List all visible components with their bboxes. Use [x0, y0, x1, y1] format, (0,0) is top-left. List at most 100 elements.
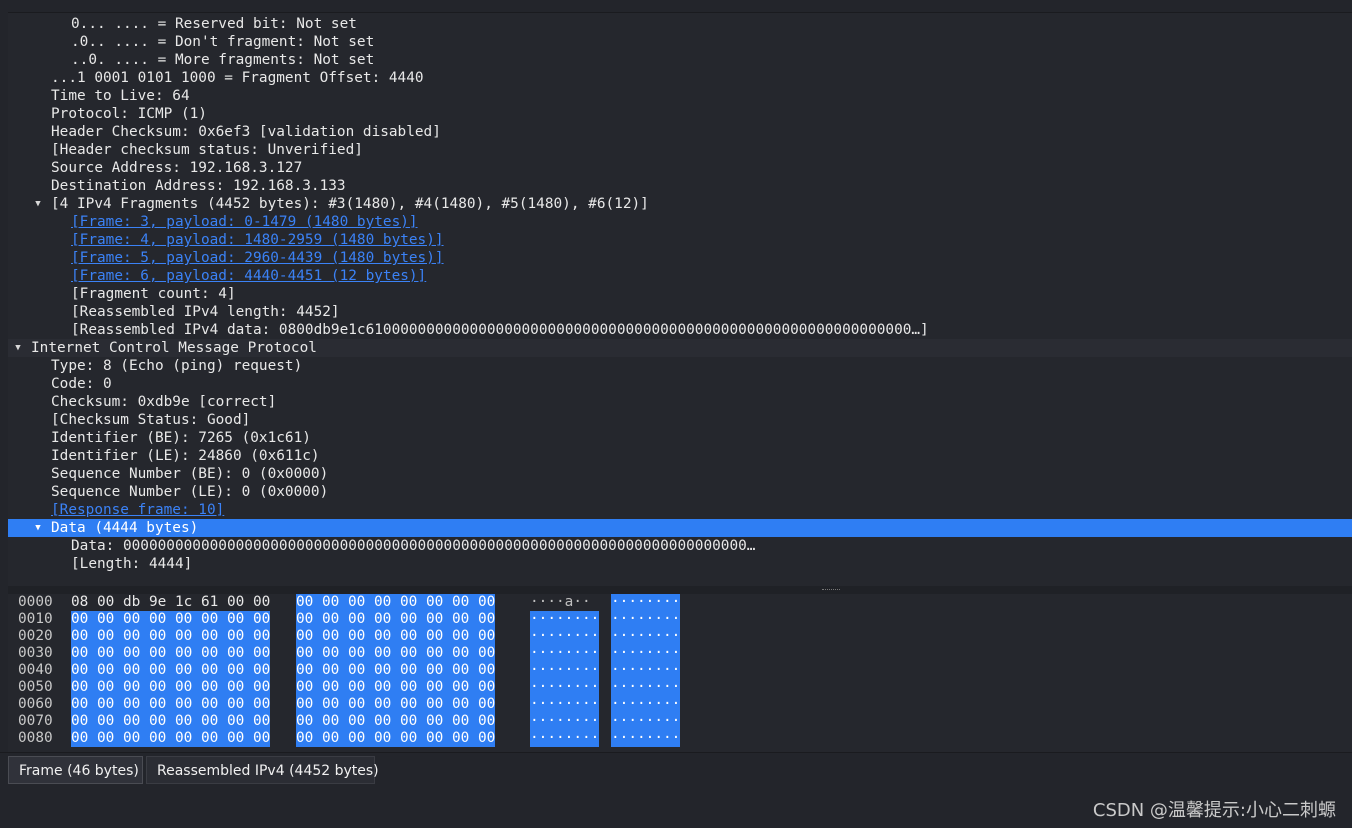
tree-line-text: Type: 8 (Echo (ping) request) [51, 358, 303, 374]
tree-line-reassembled-length[interactable]: [Reassembled IPv4 length: 4452] [8, 303, 1352, 321]
hex-bytes-group-a[interactable]: 00 00 00 00 00 00 00 00 [71, 679, 271, 696]
hex-bytes-group-b[interactable]: 00 00 00 00 00 00 00 00 [296, 594, 496, 611]
ascii-group-a[interactable]: ········ [530, 696, 600, 713]
hex-bytes-group-a[interactable]: 00 00 00 00 00 00 00 00 [71, 713, 271, 730]
tree-line-icmp-code[interactable]: Code: 0 [8, 375, 1352, 393]
tree-line-dont-fragment[interactable]: .0.. .... = Don't fragment: Not set [8, 33, 1352, 51]
tree-line-text: 0... .... = Reserved bit: Not set [71, 16, 357, 32]
hex-row[interactable]: 0050 00 00 00 00 00 00 00 00 00 00 00 00 0… [8, 679, 1352, 696]
hex-row[interactable]: 0060 00 00 00 00 00 00 00 00 00 00 00 00 0… [8, 696, 1352, 713]
tree-line-ttl[interactable]: Time to Live: 64 [8, 87, 1352, 105]
hex-bytes-group-b[interactable]: 00 00 00 00 00 00 00 00 [296, 611, 496, 628]
hex-bytes-group-b[interactable]: 00 00 00 00 00 00 00 00 [296, 713, 496, 730]
hex-bytes-group-a[interactable]: 08 00 db 9e 1c 61 00 00 [71, 594, 270, 611]
hex-bytes-group-b[interactable]: 00 00 00 00 00 00 00 00 [296, 730, 496, 747]
hex-bytes-group-b[interactable]: 00 00 00 00 00 00 00 00 [296, 696, 496, 713]
ascii-group-a[interactable]: ········ [530, 628, 600, 645]
ascii-group-b[interactable]: ········ [611, 730, 681, 747]
ascii-group-a[interactable]: ········ [530, 730, 600, 747]
tree-line-frame-5-link[interactable]: [Frame: 5, payload: 2960-4439 (1480 byte… [8, 249, 1352, 267]
ascii-group-a[interactable]: ····a·· [530, 594, 591, 611]
ascii-group-b[interactable]: ········ [611, 713, 681, 730]
frame-link[interactable]: [Frame: 6, payload: 4440-4451 (12 bytes)… [71, 267, 426, 285]
hex-row[interactable]: 0070 00 00 00 00 00 00 00 00 00 00 00 00 0… [8, 713, 1352, 730]
packet-details-tree[interactable]: 0... .... = Reserved bit: Not set .0.. .… [8, 12, 1352, 587]
hex-row[interactable]: 0020 00 00 00 00 00 00 00 00 00 00 00 00 0… [8, 628, 1352, 645]
tree-line-icmp-checksum[interactable]: Checksum: 0xdb9e [correct] [8, 393, 1352, 411]
pane-splitter[interactable] [8, 586, 1352, 594]
expand-arrow-icon[interactable]: ▼ [11, 339, 25, 357]
tab-frame-bytes[interactable]: Frame (46 bytes) [8, 756, 143, 784]
ascii-group-b[interactable]: ········ [611, 662, 681, 679]
tree-line-icmp-type[interactable]: Type: 8 (Echo (ping) request) [8, 357, 1352, 375]
tree-line-data-length[interactable]: [Length: 4444] [8, 555, 1352, 573]
hex-offset: 0070 [18, 713, 53, 729]
tree-line-data-value[interactable]: Data: 0000000000000000000000000000000000… [8, 537, 1352, 555]
hex-bytes-group-b[interactable]: 00 00 00 00 00 00 00 00 [296, 662, 496, 679]
tree-line-more-fragments[interactable]: ..0. .... = More fragments: Not set [8, 51, 1352, 69]
ascii-group-b[interactable]: ········ [611, 645, 681, 662]
tree-line-identifier-be[interactable]: Identifier (BE): 7265 (0x1c61) [8, 429, 1352, 447]
hex-bytes-group-a[interactable]: 00 00 00 00 00 00 00 00 [71, 662, 271, 679]
tree-line-text: Data (4444 bytes) [51, 520, 199, 536]
tab-reassembled-ipv4[interactable]: Reassembled IPv4 (4452 bytes) [146, 756, 379, 784]
hex-bytes-group-a[interactable]: 00 00 00 00 00 00 00 00 [71, 611, 271, 628]
ascii-group-a[interactable]: ········ [530, 645, 600, 662]
hex-row[interactable]: 0080 00 00 00 00 00 00 00 00 00 00 00 00 0… [8, 730, 1352, 747]
frame-link[interactable]: [Frame: 3, payload: 0-1479 (1480 bytes)] [71, 213, 418, 231]
tree-line-checksum-status[interactable]: [Header checksum status: Unverified] [8, 141, 1352, 159]
hex-bytes-group-a[interactable]: 00 00 00 00 00 00 00 00 [71, 696, 271, 713]
tree-line-text: Source Address: 192.168.3.127 [51, 160, 303, 176]
bytes-tab-bar: Frame (46 bytes) Reassembled IPv4 (4452 … [0, 752, 1352, 787]
tree-line-data-selected[interactable]: ▼ Data (4444 bytes) [8, 519, 1352, 537]
tree-line-source-address[interactable]: Source Address: 192.168.3.127 [8, 159, 1352, 177]
tree-line-fragment-offset[interactable]: ...1 0001 0101 1000 = Fragment Offset: 4… [8, 69, 1352, 87]
hex-bytes-group-a[interactable]: 00 00 00 00 00 00 00 00 [71, 628, 271, 645]
tree-line-sequence-be[interactable]: Sequence Number (BE): 0 (0x0000) [8, 465, 1352, 483]
hex-bytes-group-b[interactable]: 00 00 00 00 00 00 00 00 [296, 628, 496, 645]
tree-line-reserved-bit[interactable]: 0... .... = Reserved bit: Not set [8, 15, 1352, 33]
tree-line-response-frame[interactable]: [Response frame: 10] [8, 501, 1352, 519]
hex-row[interactable]: 0000 08 00 db 9e 1c 61 00 00 00 00 00 00 0… [8, 594, 1352, 611]
tree-line-reassembled-data[interactable]: [Reassembled IPv4 data: 0800db9e1c610000… [8, 321, 1352, 339]
hex-bytes-group-b[interactable]: 00 00 00 00 00 00 00 00 [296, 645, 496, 662]
tree-line-destination-address[interactable]: Destination Address: 192.168.3.133 [8, 177, 1352, 195]
ascii-group-b[interactable]: ········ [611, 696, 681, 713]
tree-line-protocol[interactable]: Protocol: ICMP (1) [8, 105, 1352, 123]
hex-row[interactable]: 0010 00 00 00 00 00 00 00 00 00 00 00 00 0… [8, 611, 1352, 628]
hex-bytes-group-b[interactable]: 00 00 00 00 00 00 00 00 [296, 679, 496, 696]
tree-line-sequence-le[interactable]: Sequence Number (LE): 0 (0x0000) [8, 483, 1352, 501]
ascii-group-a[interactable]: ········ [530, 611, 600, 628]
hex-bytes-group-a[interactable]: 00 00 00 00 00 00 00 00 [71, 645, 271, 662]
tree-line-frame-3-link[interactable]: [Frame: 3, payload: 0-1479 (1480 bytes)] [8, 213, 1352, 231]
tree-line-text: [Header checksum status: Unverified] [51, 142, 363, 158]
hex-dump-pane[interactable]: 0000 08 00 db 9e 1c 61 00 00 00 00 00 00 0… [8, 594, 1352, 752]
splitter-grip-icon[interactable] [822, 589, 840, 592]
hex-offset: 0020 [18, 628, 53, 644]
tree-line-icmp-checksum-status[interactable]: [Checksum Status: Good] [8, 411, 1352, 429]
frame-link[interactable]: [Frame: 4, payload: 1480-2959 (1480 byte… [71, 231, 444, 249]
ascii-group-a[interactable]: ········ [530, 679, 600, 696]
ascii-group-a[interactable]: ········ [530, 662, 600, 679]
tree-line-text: [Fragment count: 4] [71, 286, 236, 302]
tree-line-frame-4-link[interactable]: [Frame: 4, payload: 1480-2959 (1480 byte… [8, 231, 1352, 249]
response-frame-link[interactable]: [Response frame: 10] [51, 501, 224, 519]
ascii-group-a[interactable]: ········ [530, 713, 600, 730]
tree-line-frame-6-link[interactable]: [Frame: 6, payload: 4440-4451 (12 bytes)… [8, 267, 1352, 285]
tree-line-identifier-le[interactable]: Identifier (LE): 24860 (0x611c) [8, 447, 1352, 465]
hex-row[interactable]: 0040 00 00 00 00 00 00 00 00 00 00 00 00 0… [8, 662, 1352, 679]
ascii-group-b[interactable]: ········ [611, 611, 681, 628]
tree-line-header-checksum[interactable]: Header Checksum: 0x6ef3 [validation disa… [8, 123, 1352, 141]
hex-row[interactable]: 0030 00 00 00 00 00 00 00 00 00 00 00 00 0… [8, 645, 1352, 662]
ascii-group-b[interactable]: ········ [611, 594, 681, 611]
expand-arrow-icon[interactable]: ▼ [31, 519, 45, 537]
tree-line-ipv4-fragments[interactable]: ▼ [4 IPv4 Fragments (4452 bytes): #3(1480… [8, 195, 1352, 213]
ascii-group-b[interactable]: ········ [611, 679, 681, 696]
ascii-group-b[interactable]: ········ [611, 628, 681, 645]
expand-arrow-icon[interactable]: ▼ [31, 195, 45, 213]
tree-line-fragment-count[interactable]: [Fragment count: 4] [8, 285, 1352, 303]
frame-link[interactable]: [Frame: 5, payload: 2960-4439 (1480 byte… [71, 249, 444, 267]
tree-line-icmp-section[interactable]: ▼ Internet Control Message Protocol [8, 339, 1352, 357]
hex-bytes-group-a[interactable]: 00 00 00 00 00 00 00 00 [71, 730, 271, 747]
tree-line-text: [Reassembled IPv4 length: 4452] [71, 304, 340, 320]
